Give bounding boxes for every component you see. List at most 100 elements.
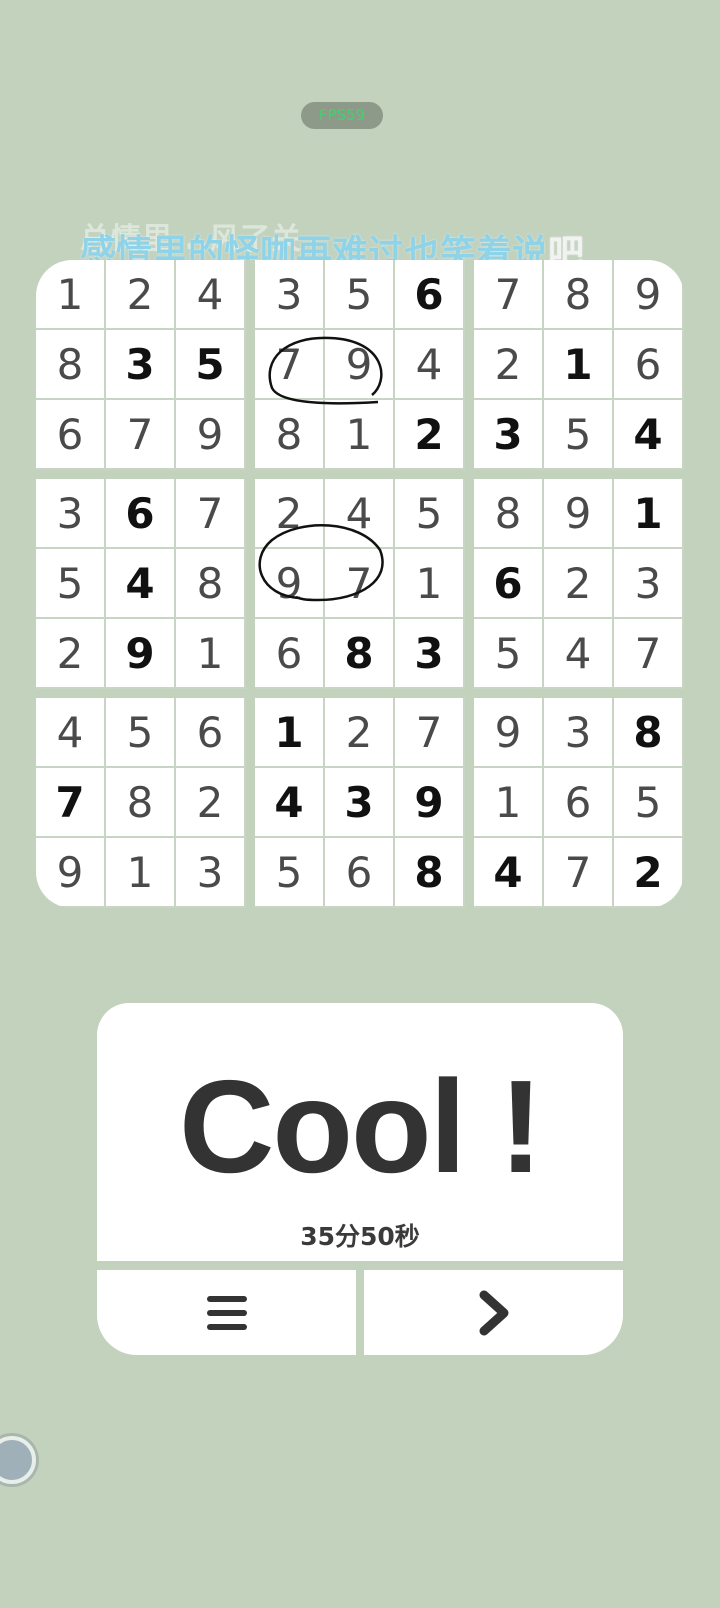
sudoku-cell[interactable]: 6: [544, 768, 612, 836]
sudoku-cell[interactable]: 1: [474, 768, 542, 836]
sudoku-cell[interactable]: 9: [325, 330, 393, 398]
sudoku-cell[interactable]: 4: [325, 479, 393, 547]
sudoku-cell[interactable]: 6: [325, 838, 393, 906]
sudoku-cell[interactable]: 8: [325, 619, 393, 687]
sudoku-cell[interactable]: 3: [544, 698, 612, 766]
sudoku-cell[interactable]: 6: [395, 260, 463, 328]
sudoku-cell[interactable]: 6: [36, 400, 104, 468]
sudoku-board: 1248356793567948127892163543675482912459…: [36, 260, 684, 908]
sudoku-cell[interactable]: 9: [106, 619, 174, 687]
sudoku-cell[interactable]: 9: [255, 549, 323, 617]
sudoku-cell[interactable]: 2: [255, 479, 323, 547]
sudoku-cell[interactable]: 2: [395, 400, 463, 468]
sudoku-cell[interactable]: 5: [176, 330, 244, 398]
sudoku-cell[interactable]: 7: [395, 698, 463, 766]
sudoku-box: 456 782 913: [36, 698, 246, 908]
sudoku-cell[interactable]: 2: [176, 768, 244, 836]
sudoku-cell[interactable]: 1: [255, 698, 323, 766]
sudoku-cell[interactable]: 9: [544, 479, 612, 547]
sudoku-cell[interactable]: 3: [395, 619, 463, 687]
sudoku-cell[interactable]: 5: [544, 400, 612, 468]
sudoku-cell[interactable]: 4: [395, 330, 463, 398]
sudoku-cell[interactable]: 7: [255, 330, 323, 398]
sudoku-cell[interactable]: 5: [255, 838, 323, 906]
sudoku-box: 789 216 354: [474, 260, 684, 470]
sudoku-cell[interactable]: 4: [544, 619, 612, 687]
sudoku-box: 127 439 568: [255, 698, 465, 908]
sudoku-cell[interactable]: 6: [106, 479, 174, 547]
sudoku-box: 891 623 547: [474, 479, 684, 689]
sudoku-box: 367 548 291: [36, 479, 246, 689]
sudoku-cell[interactable]: 1: [395, 549, 463, 617]
sudoku-cell[interactable]: 7: [176, 479, 244, 547]
sudoku-cell[interactable]: 3: [474, 400, 542, 468]
sudoku-cell[interactable]: 3: [325, 768, 393, 836]
hamburger-menu-icon: [206, 1295, 247, 1330]
sudoku-box: 356 794 812: [255, 260, 465, 470]
sudoku-cell[interactable]: 3: [36, 479, 104, 547]
sudoku-cell[interactable]: 4: [36, 698, 104, 766]
sudoku-cell[interactable]: 4: [255, 768, 323, 836]
sudoku-cell[interactable]: 2: [474, 330, 542, 398]
sudoku-cell[interactable]: 8: [176, 549, 244, 617]
sudoku-cell[interactable]: 5: [106, 698, 174, 766]
sudoku-cell[interactable]: 8: [395, 838, 463, 906]
sudoku-cell[interactable]: 2: [36, 619, 104, 687]
sudoku-cell[interactable]: 7: [474, 260, 542, 328]
sudoku-cell[interactable]: 7: [614, 619, 682, 687]
next-button[interactable]: [364, 1270, 623, 1355]
sudoku-cell[interactable]: 1: [36, 260, 104, 328]
result-title: Cool !: [179, 1053, 543, 1200]
sudoku-cell[interactable]: 8: [474, 479, 542, 547]
sudoku-cell[interactable]: 7: [36, 768, 104, 836]
sudoku-cell[interactable]: 1: [106, 838, 174, 906]
sudoku-cell[interactable]: 5: [614, 768, 682, 836]
sudoku-cell[interactable]: 4: [176, 260, 244, 328]
sudoku-cell[interactable]: 3: [255, 260, 323, 328]
fps-indicator: FPS59: [301, 102, 383, 129]
sudoku-cell[interactable]: 8: [614, 698, 682, 766]
sudoku-cell[interactable]: 9: [614, 260, 682, 328]
sudoku-cell[interactable]: 2: [544, 549, 612, 617]
elapsed-time: 35分50秒: [300, 1222, 420, 1251]
sudoku-cell[interactable]: 4: [106, 549, 174, 617]
sudoku-cell[interactable]: 9: [395, 768, 463, 836]
sudoku-cell[interactable]: 8: [106, 768, 174, 836]
sudoku-cell[interactable]: 7: [325, 549, 393, 617]
sudoku-cell[interactable]: 1: [176, 619, 244, 687]
sudoku-cell[interactable]: 4: [474, 838, 542, 906]
sudoku-cell[interactable]: 8: [544, 260, 612, 328]
sudoku-cell[interactable]: 1: [544, 330, 612, 398]
result-card: Cool ! 35分50秒: [97, 1003, 623, 1261]
floating-assistant-ball[interactable]: [0, 1436, 36, 1484]
sudoku-cell[interactable]: 8: [255, 400, 323, 468]
sudoku-cell[interactable]: 6: [255, 619, 323, 687]
sudoku-cell[interactable]: 3: [176, 838, 244, 906]
sudoku-cell[interactable]: 9: [36, 838, 104, 906]
menu-button[interactable]: [97, 1270, 356, 1355]
sudoku-cell[interactable]: 5: [36, 549, 104, 617]
sudoku-cell[interactable]: 2: [614, 838, 682, 906]
chevron-right-icon: [479, 1290, 508, 1335]
sudoku-box: 245 971 683: [255, 479, 465, 689]
sudoku-box: 124 835 679: [36, 260, 246, 470]
sudoku-cell[interactable]: 4: [614, 400, 682, 468]
sudoku-cell[interactable]: 8: [36, 330, 104, 398]
sudoku-cell[interactable]: 3: [614, 549, 682, 617]
sudoku-cell[interactable]: 1: [325, 400, 393, 468]
sudoku-cell[interactable]: 2: [325, 698, 393, 766]
sudoku-cell[interactable]: 1: [614, 479, 682, 547]
sudoku-cell[interactable]: 9: [176, 400, 244, 468]
sudoku-cell[interactable]: 5: [395, 479, 463, 547]
sudoku-cell[interactable]: 7: [106, 400, 174, 468]
sudoku-cell[interactable]: 6: [474, 549, 542, 617]
sudoku-cell[interactable]: 5: [325, 260, 393, 328]
sudoku-cell[interactable]: 7: [544, 838, 612, 906]
sudoku-cell[interactable]: 6: [614, 330, 682, 398]
sudoku-cell[interactable]: 9: [474, 698, 542, 766]
sudoku-cell[interactable]: 5: [474, 619, 542, 687]
sudoku-cell[interactable]: 3: [106, 330, 174, 398]
sudoku-box: 938 165 472: [474, 698, 684, 908]
sudoku-cell[interactable]: 2: [106, 260, 174, 328]
sudoku-cell[interactable]: 6: [176, 698, 244, 766]
